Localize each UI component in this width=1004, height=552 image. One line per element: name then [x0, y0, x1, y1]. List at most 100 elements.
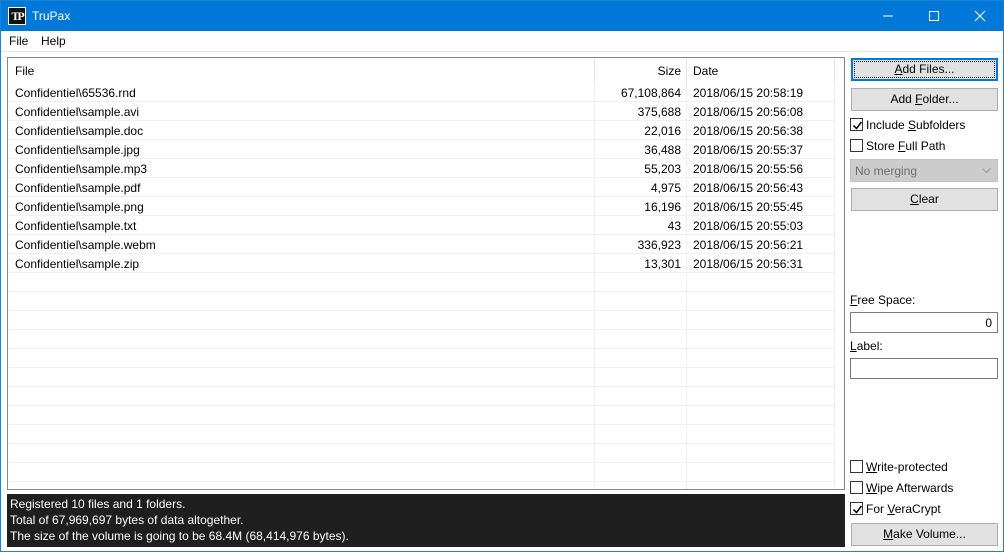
add-files-label: dd Files...: [902, 62, 955, 76]
for-veracrypt-label-pre: For: [866, 502, 888, 516]
cell-file: Confidentiel\sample.jpg: [15, 143, 140, 157]
row-gridline: [8, 120, 834, 121]
trupax-logo-icon: TP: [8, 7, 26, 25]
row-gridline: [8, 424, 834, 425]
add-folder-button[interactable]: Add Folder...: [851, 88, 998, 111]
for-veracrypt-mnemonic: V: [887, 502, 895, 516]
cell-size: 4,975: [650, 181, 681, 195]
make-volume-label: ake Volume...: [893, 527, 966, 541]
make-volume-mnemonic: M: [883, 527, 894, 541]
cell-file: Confidentiel\sample.doc: [15, 124, 144, 138]
cell-date: 2018/06/15 20:56:38: [693, 124, 804, 138]
cell-file: Confidentiel\sample.txt: [15, 219, 137, 233]
cell-file: Confidentiel\sample.webm: [15, 238, 156, 252]
minimize-button[interactable]: [865, 1, 911, 31]
row-gridline: [8, 139, 834, 140]
cell-date: 2018/06/15 20:55:37: [693, 143, 804, 157]
store-full-path-box[interactable]: [850, 139, 863, 152]
free-space-label-text: ree Space:: [857, 293, 916, 307]
minimize-icon: [883, 15, 893, 17]
row-gridline: [8, 462, 834, 463]
for-veracrypt-box[interactable]: [850, 502, 863, 515]
clear-button[interactable]: Clear: [851, 188, 998, 211]
store-full-path-label: ull Path: [905, 139, 946, 153]
table-row[interactable]: Confidentiel\sample.doc 22,016 2018/06/15 …: [8, 121, 834, 140]
label-field-label: Label:: [850, 339, 883, 353]
maximize-icon: [929, 11, 939, 21]
cell-size: 16,196: [644, 200, 681, 214]
status-line-volume-size: The size of the volume is going to be 68…: [10, 529, 349, 543]
row-gridline: [8, 443, 834, 444]
cell-size: 13,301: [644, 257, 681, 271]
menu-help[interactable]: Help: [41, 34, 66, 48]
cell-date: 2018/06/15 20:55:56: [693, 162, 804, 176]
table-row[interactable]: Confidentiel\sample.png 16,196 2018/06/15 …: [8, 197, 834, 216]
merging-selected-value: No merging: [855, 164, 918, 178]
merging-select[interactable]: No merging: [850, 159, 998, 182]
label-mnemonic: L: [850, 339, 857, 353]
column-header-date[interactable]: Date: [693, 64, 718, 78]
add-folder-mnemonic: F: [915, 92, 923, 106]
column-header-size[interactable]: Size: [595, 64, 681, 78]
status-box: Registered 10 files and 1 folders. Total…: [7, 494, 845, 547]
header-divider[interactable]: [834, 58, 835, 83]
cell-file: Confidentiel\sample.avi: [15, 105, 140, 119]
cell-file: Confidentiel\sample.mp3: [15, 162, 148, 176]
make-volume-button[interactable]: Make Volume...: [851, 523, 998, 546]
cell-size: 43: [667, 219, 681, 233]
column-gridline: [834, 83, 835, 489]
table-row[interactable]: Confidentiel\sample.pdf 4,975 2018/06/15 2…: [8, 178, 834, 197]
write-protected-box[interactable]: [850, 460, 863, 473]
label-input[interactable]: [850, 358, 998, 379]
table-row[interactable]: Confidentiel\sample.zip 13,301 2018/06/15 …: [8, 254, 834, 273]
title-bar[interactable]: TP TruPax: [1, 1, 1003, 31]
row-gridline: [8, 310, 834, 311]
column-header-file[interactable]: File: [15, 64, 34, 78]
include-subfolders-box[interactable]: [850, 118, 863, 131]
include-subfolders-mnemonic: S: [908, 118, 917, 132]
cell-file: Confidentiel\sample.pdf: [15, 181, 141, 195]
row-gridline: [8, 101, 834, 102]
row-gridline: [8, 158, 834, 159]
table-row[interactable]: Confidentiel\sample.avi 375,688 2018/06/15…: [8, 102, 834, 121]
write-protected-mnemonic: W: [866, 460, 878, 474]
row-gridline: [8, 367, 834, 368]
row-gridline: [8, 348, 834, 349]
row-gridline: [8, 272, 834, 273]
add-folder-label: older...: [922, 92, 959, 106]
window-title: TruPax: [32, 9, 71, 23]
menu-bar: File Help: [1, 31, 1003, 52]
store-full-path-label-pre: Store: [866, 139, 899, 153]
row-gridline: [8, 177, 834, 178]
cell-size: 55,203: [644, 162, 681, 176]
wipe-afterwards-box[interactable]: [850, 481, 863, 494]
cell-file: Confidentiel\sample.png: [15, 200, 144, 214]
trupax-window: TP TruPax File Help File Size Date Confi…: [0, 0, 1004, 552]
header-divider[interactable]: [686, 58, 687, 83]
free-space-input[interactable]: 0: [850, 312, 998, 333]
menu-file[interactable]: File: [9, 34, 28, 48]
status-line-files: Registered 10 files and 1 folders.: [10, 497, 186, 511]
checkmark-icon: [852, 505, 863, 514]
for-veracrypt-label: eraCrypt: [894, 502, 941, 516]
maximize-button[interactable]: [911, 1, 957, 31]
row-gridline: [8, 215, 834, 216]
table-row[interactable]: Confidentiel\sample.jpg 36,488 2018/06/15 …: [8, 140, 834, 159]
wipe-afterwards-mnemonic: W: [866, 481, 878, 495]
row-gridline: [8, 234, 834, 235]
table-row[interactable]: Confidentiel\sample.mp3 55,203 2018/06/15 …: [8, 159, 834, 178]
cell-date: 2018/06/15 20:55:45: [693, 200, 804, 214]
row-gridline: [8, 329, 834, 330]
header-divider[interactable]: [594, 58, 595, 83]
table-row[interactable]: Confidentiel\sample.txt 43 2018/06/15 20:5…: [8, 216, 834, 235]
clear-label: lear: [918, 192, 939, 206]
row-gridline: [8, 481, 834, 482]
table-row[interactable]: Confidentiel\65536.rnd 67,108,864 2018/06/…: [8, 83, 834, 102]
file-list[interactable]: File Size Date Confidentiel\65536.rnd 67,…: [7, 57, 845, 490]
add-files-button[interactable]: Add Files...: [851, 58, 998, 81]
close-button[interactable]: [957, 1, 1003, 31]
label-field-label-text: abel:: [856, 339, 883, 353]
status-line-total: Total of 67,969,697 bytes of data altoge…: [10, 513, 244, 527]
table-row[interactable]: Confidentiel\sample.webm 336,923 2018/06/1…: [8, 235, 834, 254]
clear-mnemonic: C: [910, 192, 919, 206]
